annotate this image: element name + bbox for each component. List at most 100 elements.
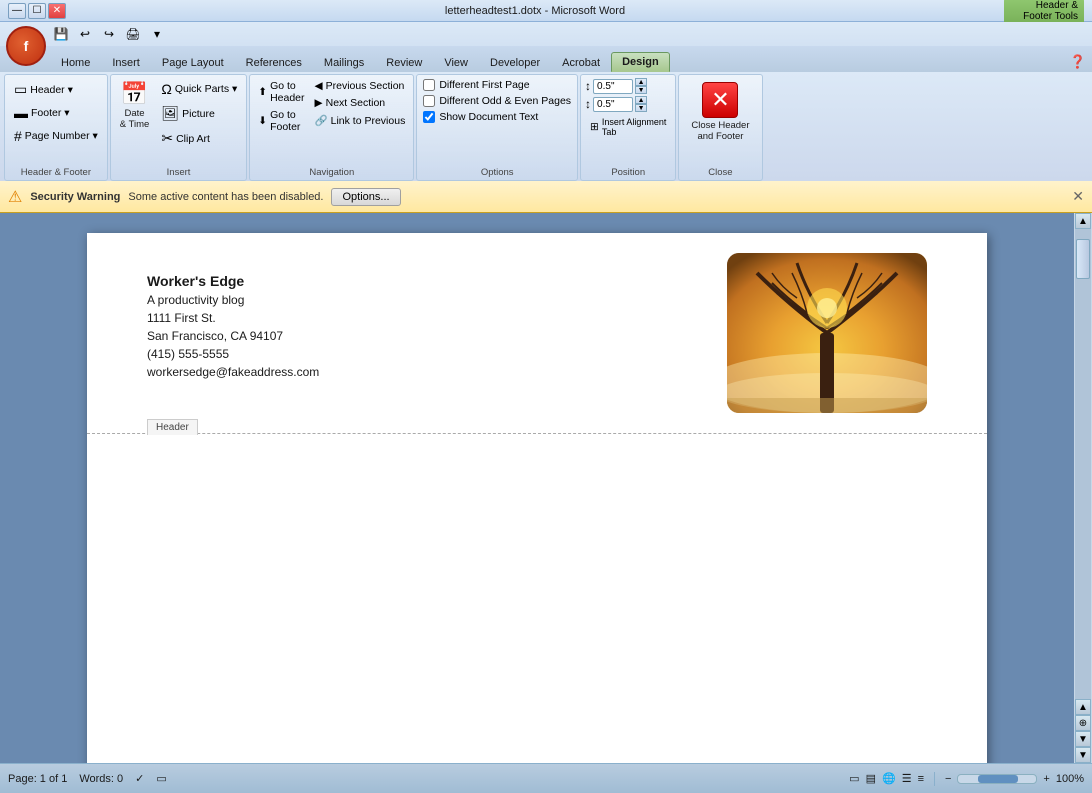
scroll-track[interactable]: [1075, 229, 1091, 699]
different-first-page-option[interactable]: Different First Page: [421, 78, 573, 92]
show-document-text-checkbox[interactable]: [423, 111, 435, 123]
security-options-button[interactable]: Options...: [331, 188, 400, 206]
view-full-screen-icon[interactable]: ▤: [866, 772, 876, 785]
group-insert-label: Insert: [111, 167, 246, 178]
tab-references[interactable]: References: [235, 53, 313, 72]
group-insert-content: 📅 Date& Time Ω Quick Parts ▾ 🖼 Picture ✂…: [115, 78, 242, 180]
group-navigation-label: Navigation: [250, 167, 413, 178]
save-btn[interactable]: 💾: [50, 24, 72, 44]
zoom-slider[interactable]: [957, 774, 1037, 784]
header-position-down[interactable]: ▼: [635, 86, 647, 94]
group-insert: 📅 Date& Time Ω Quick Parts ▾ 🖼 Picture ✂…: [110, 74, 247, 181]
scroll-up-btn[interactable]: ▲: [1075, 213, 1091, 229]
different-odd-even-option[interactable]: Different Odd & Even Pages: [421, 94, 573, 108]
security-warning-bar: ⚠ Security Warning Some active content h…: [0, 181, 1092, 213]
group-options-label: Options: [417, 167, 577, 178]
document-header-area: Worker's Edge A productivity blog 1111 F…: [87, 233, 987, 433]
close-header-footer-label: Close Headerand Footer: [691, 120, 749, 142]
tab-design[interactable]: Design: [611, 52, 670, 72]
group-navigation: ⬆ Go toHeader ⬇ Go toFooter ◀ Previous S…: [249, 74, 414, 181]
tab-acrobat[interactable]: Acrobat: [551, 53, 611, 72]
footer-position-up[interactable]: ▲: [635, 96, 647, 104]
tab-review[interactable]: Review: [375, 53, 433, 72]
quick-parts-button[interactable]: Ω Quick Parts ▾: [156, 78, 242, 100]
go-to-footer-button[interactable]: ⬇ Go toFooter: [254, 107, 308, 135]
picture-button[interactable]: 🖼 Picture: [156, 102, 242, 125]
vertical-scrollbar[interactable]: ▲ ▲ ⊕ ▼ ▼: [1074, 213, 1092, 763]
different-odd-even-checkbox[interactable]: [423, 95, 435, 107]
view-draft-icon[interactable]: ≡: [918, 773, 924, 785]
tab-view[interactable]: View: [433, 53, 479, 72]
next-section-button[interactable]: ▶ Next Section: [311, 95, 410, 111]
footer-position-input[interactable]: [593, 97, 633, 112]
header-tag: Header: [147, 419, 198, 435]
show-document-text-option[interactable]: Show Document Text: [421, 110, 573, 124]
office-button[interactable]: f: [6, 26, 46, 66]
letterhead-image: [727, 253, 927, 413]
group-options-content: Different First Page Different Odd & Eve…: [421, 78, 573, 180]
tab-page-layout[interactable]: Page Layout: [151, 53, 235, 72]
minimize-btn[interactable]: —: [8, 3, 26, 19]
document-page: Worker's Edge A productivity blog 1111 F…: [87, 233, 987, 763]
undo-btn[interactable]: ↩: [74, 24, 96, 44]
next-section-icon: ▶: [315, 97, 323, 109]
header-button[interactable]: ▭ Header ▾: [9, 78, 103, 101]
go-to-footer-label: Go toFooter: [270, 109, 300, 133]
help-button[interactable]: ❓: [1068, 52, 1088, 72]
go-to-header-icon: ⬆: [258, 86, 267, 98]
ribbon: ▭ Header ▾ ▬ Footer ▾ # Page Number ▾ He…: [0, 72, 1092, 181]
alignment-label: Insert AlignmentTab: [602, 117, 667, 137]
redo-btn[interactable]: ↪: [98, 24, 120, 44]
tab-home[interactable]: Home: [50, 53, 101, 72]
header-border: [87, 433, 987, 434]
next-section-label: Next Section: [326, 97, 386, 109]
insert-alignment-button[interactable]: ⊞ Insert AlignmentTab: [585, 114, 671, 140]
zoom-out-btn[interactable]: −: [945, 773, 951, 785]
tab-mailings[interactable]: Mailings: [313, 53, 375, 72]
track-changes-icon[interactable]: ▭: [156, 772, 166, 785]
close-header-footer-button[interactable]: ✕ Close Headerand Footer: [683, 78, 757, 158]
clip-art-button[interactable]: ✂ Clip Art: [156, 127, 242, 150]
page-number-label: Page Number ▾: [25, 130, 98, 142]
document-canvas: Worker's Edge A productivity blog 1111 F…: [0, 213, 1074, 763]
footer-position-down[interactable]: ▼: [635, 104, 647, 112]
go-to-header-label: Go toHeader: [270, 80, 304, 104]
header-position-icon: ↕: [585, 79, 591, 93]
prev-section-icon: ◀: [315, 80, 323, 92]
go-to-header-button[interactable]: ⬆ Go toHeader: [254, 78, 308, 106]
scroll-thumb[interactable]: [1076, 239, 1090, 279]
different-first-page-checkbox[interactable]: [423, 79, 435, 91]
header-position-input[interactable]: [593, 79, 633, 94]
view-web-icon[interactable]: 🌐: [882, 772, 896, 785]
maximize-btn[interactable]: ☐: [28, 3, 46, 19]
zoom-thumb[interactable]: [978, 775, 1018, 783]
print-btn[interactable]: 🖨: [122, 24, 144, 44]
zoom-in-btn[interactable]: +: [1043, 773, 1049, 785]
header-position-up[interactable]: ▲: [635, 78, 647, 86]
qa-dropdown[interactable]: ▾: [146, 24, 168, 44]
window-close-btn[interactable]: ✕: [48, 3, 66, 19]
link-to-previous-button[interactable]: 🔗 Link to Previous: [311, 112, 410, 129]
date-time-button[interactable]: 📅 Date& Time: [115, 78, 155, 133]
view-outline-icon[interactable]: ☰: [902, 772, 912, 785]
spell-check-icon[interactable]: ✓: [135, 772, 144, 785]
group-position-label: Position: [581, 167, 675, 178]
clip-art-label: Clip Art: [176, 133, 210, 145]
prev-page-btn[interactable]: ▲: [1075, 699, 1091, 715]
quick-parts-icon: Ω: [161, 81, 171, 97]
alignment-icon: ⊞: [590, 121, 599, 133]
group-header-footer: ▭ Header ▾ ▬ Footer ▾ # Page Number ▾ He…: [4, 74, 108, 181]
tab-insert[interactable]: Insert: [101, 53, 151, 72]
tab-developer[interactable]: Developer: [479, 53, 551, 72]
view-normal-icon[interactable]: ▭: [849, 772, 859, 785]
next-page-btn[interactable]: ▼: [1075, 731, 1091, 747]
footer-position-icon: ↕: [585, 97, 591, 111]
security-bar-close[interactable]: ✕: [1072, 188, 1084, 205]
scroll-down-btn[interactable]: ▼: [1075, 747, 1091, 763]
different-first-page-label: Different First Page: [439, 79, 529, 91]
date-time-label: Date& Time: [120, 108, 150, 130]
page-number-button[interactable]: # Page Number ▾: [9, 125, 103, 147]
select-browse-btn[interactable]: ⊕: [1075, 715, 1091, 731]
footer-button[interactable]: ▬ Footer ▾: [9, 102, 103, 124]
previous-section-button[interactable]: ◀ Previous Section: [311, 78, 410, 94]
